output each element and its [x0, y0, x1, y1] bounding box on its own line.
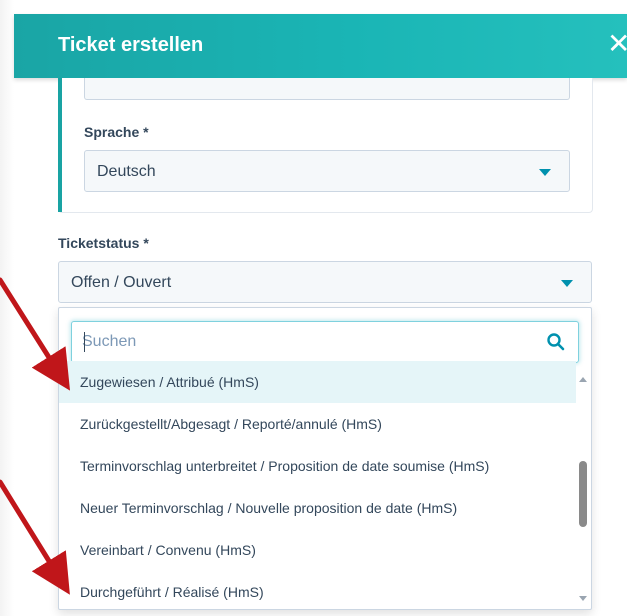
search-input[interactable] [82, 322, 522, 361]
field-group-accent [58, 78, 62, 212]
chevron-down-icon [539, 169, 551, 176]
close-icon[interactable]: ✕ [607, 30, 627, 58]
dropdown-search-box[interactable] [71, 321, 579, 363]
language-label: Sprache * [84, 124, 149, 140]
status-option[interactable]: Terminvorschlag unterbreitet / Propositi… [59, 445, 576, 487]
status-option[interactable]: Vereinbart / Convenu (HmS) [59, 529, 576, 571]
language-select[interactable]: Deutsch [84, 150, 570, 192]
status-option[interactable]: Neuer Terminvorschlag / Nouvelle proposi… [59, 487, 576, 529]
ticket-status-label: Ticketstatus * [58, 235, 149, 251]
background-edge [0, 0, 14, 616]
dialog-title: Ticket erstellen [58, 34, 204, 56]
ticket-status-dropdown: Zugewiesen / Attribué (HmS) Zurückgestel… [58, 307, 592, 610]
ticket-status-select-value: Offen / Ouvert [71, 274, 172, 291]
scroll-up-icon[interactable] [579, 377, 587, 382]
previous-field-input[interactable] [84, 78, 570, 100]
status-option[interactable]: Durchgeführt / Réalisé (HmS) [59, 571, 576, 609]
scroll-down-icon[interactable] [579, 596, 587, 601]
status-option[interactable]: Zugewiesen / Attribué (HmS) [59, 361, 576, 403]
search-icon[interactable] [546, 332, 566, 352]
status-option[interactable]: Zurückgestellt/Abgesagt / Reporté/annulé… [59, 403, 576, 445]
dropdown-scrollbar[interactable] [576, 368, 590, 608]
language-select-value: Deutsch [97, 163, 156, 180]
scroll-thumb[interactable] [579, 461, 587, 527]
dialog-header: Ticket erstellen ✕ [14, 14, 627, 78]
text-cursor [84, 332, 85, 352]
ticket-status-select[interactable]: Offen / Ouvert [58, 261, 592, 303]
chevron-down-icon [561, 280, 573, 287]
